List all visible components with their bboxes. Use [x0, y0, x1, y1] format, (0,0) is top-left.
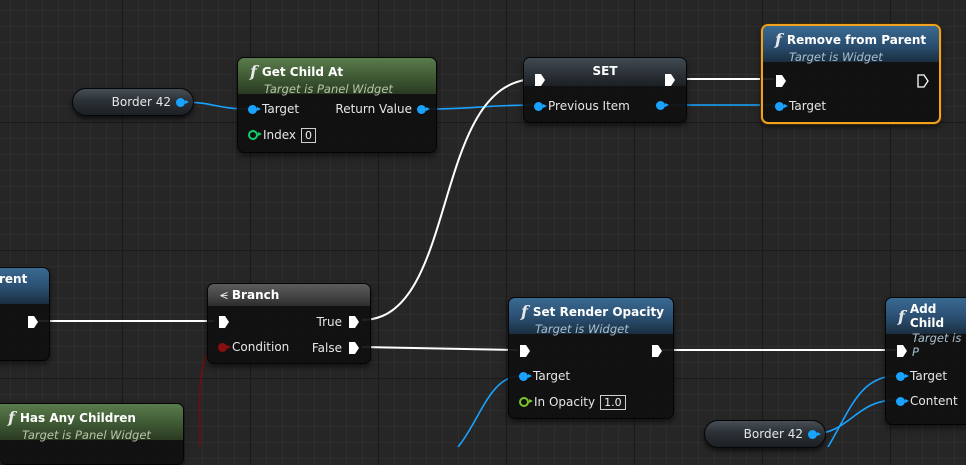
node-title: Branch: [231, 288, 280, 302]
wire-branch-false-to-opacity: [361, 346, 519, 351]
add-child-node[interactable]: f Add Child Target is P Target Content: [885, 297, 966, 425]
node-title: Has Any Children: [19, 410, 136, 425]
node-title: rent: [0, 272, 28, 286]
index-pin-row[interactable]: Index 0: [248, 127, 317, 143]
exec-in-pin[interactable]: [218, 315, 230, 329]
node-header: f Add Child Target is P: [886, 298, 966, 359]
pin-label: In Opacity: [534, 395, 596, 409]
pin-label: Condition: [232, 340, 290, 354]
node-title: Add Child: [909, 302, 945, 330]
pin-label: Target: [910, 369, 948, 383]
exec-out-pin[interactable]: [917, 74, 929, 88]
function-icon: f: [898, 306, 905, 326]
true-pin-row[interactable]: True: [317, 314, 361, 330]
border-variable-node[interactable]: Border 42: [72, 88, 194, 116]
true-exec-pin[interactable]: [348, 315, 360, 329]
exec-out-pin[interactable]: [664, 73, 676, 87]
previous-item-input-pin[interactable]: [534, 101, 547, 111]
pin-label: Target: [789, 99, 827, 113]
remove-from-parent-node[interactable]: f Remove from Parent Target is Widget Tar…: [761, 24, 941, 124]
target-pin[interactable]: [896, 371, 909, 381]
function-icon: f: [250, 62, 257, 81]
target-pin[interactable]: [248, 104, 261, 114]
in-opacity-pin[interactable]: [519, 397, 533, 407]
target-pin-row[interactable]: Target: [519, 368, 570, 384]
in-opacity-value-input[interactable]: 1.0: [600, 394, 626, 410]
pin-label: Target: [262, 102, 300, 116]
node-header: rent: [0, 268, 49, 304]
node-subtitle: Target is Panel Widget: [264, 82, 393, 96]
condition-pin-row[interactable]: Condition: [218, 339, 289, 355]
node-header: f Remove from Parent Target is Widget: [763, 26, 939, 64]
exec-out-pin[interactable]: [27, 315, 39, 329]
node-subtitle: Target is Widget: [789, 50, 883, 64]
pin-label: Content: [910, 394, 958, 408]
index-pin[interactable]: [248, 130, 262, 140]
function-icon: f: [8, 408, 15, 427]
node-subtitle: Target is Widget: [535, 322, 629, 336]
content-pin-row[interactable]: Content: [896, 393, 958, 409]
target-pin-row[interactable]: Target: [248, 101, 299, 117]
target-pin-row[interactable]: Target: [775, 98, 826, 114]
variable-label: Border 42: [111, 95, 171, 109]
exec-out-pin[interactable]: [651, 344, 663, 358]
wire-return-to-previous: [424, 104, 539, 110]
previous-item-output-pin[interactable]: [656, 101, 669, 110]
return-value-pin[interactable]: [417, 104, 430, 114]
partial-left-node[interactable]: rent: [0, 267, 50, 361]
border-variable-node-2[interactable]: Border 42: [704, 420, 826, 448]
target-pin-row[interactable]: Target: [896, 368, 947, 384]
condition-pin[interactable]: [218, 342, 231, 352]
set-render-opacity-node[interactable]: f Set Render Opacity Target is Widget Tar…: [508, 297, 674, 419]
node-title: Get Child At: [261, 64, 344, 79]
output-pin[interactable]: [808, 429, 821, 439]
node-subtitle: Target is Panel Widget: [22, 428, 151, 442]
node-title: Set Render Opacity: [532, 304, 665, 319]
function-icon: f: [521, 302, 528, 321]
exec-in-pin[interactable]: [534, 73, 546, 87]
output-pin[interactable]: [176, 97, 189, 107]
node-header: SET: [524, 58, 686, 86]
exec-in-pin[interactable]: [519, 344, 531, 358]
get-child-at-node[interactable]: f Get Child At Target is Panel Widget Tar…: [237, 57, 437, 153]
pin-label: True: [316, 315, 343, 329]
branch-node[interactable]: ⪪ Branch True Condition False: [207, 283, 371, 364]
node-header: f Set Render Opacity Target is Widget: [509, 298, 673, 336]
target-pin[interactable]: [775, 101, 788, 111]
node-title: Remove from Parent: [786, 32, 927, 47]
function-icon: f: [775, 30, 782, 49]
pin-label: Return Value: [335, 102, 412, 116]
content-pin[interactable]: [896, 396, 909, 406]
exec-in-pin[interactable]: [775, 74, 787, 88]
node-subtitle: Target is P: [912, 331, 962, 359]
in-opacity-pin-row[interactable]: In Opacity 1.0: [519, 394, 626, 410]
pin-label: Target: [533, 369, 571, 383]
node-title: SET: [592, 64, 618, 78]
node-header: f Get Child At Target is Panel Widget: [238, 58, 436, 96]
pin-label: Index: [263, 128, 297, 142]
variable-label: Border 42: [743, 427, 803, 441]
has-any-children-node[interactable]: f Has Any Children Target is Panel Widget: [0, 403, 184, 465]
pin-label: Previous Item: [548, 99, 630, 113]
target-pin[interactable]: [519, 371, 532, 381]
pin-label: False: [311, 341, 342, 355]
false-exec-pin[interactable]: [348, 341, 360, 355]
previous-item-input-row[interactable]: Previous Item: [534, 98, 630, 114]
exec-in-pin[interactable]: [896, 344, 908, 358]
node-header: ⪪ Branch: [208, 284, 370, 306]
branch-icon: ⪪: [220, 287, 228, 303]
node-header: f Has Any Children Target is Panel Widget: [0, 404, 183, 442]
index-value-input[interactable]: 0: [301, 127, 317, 143]
set-node[interactable]: SET Previous Item: [523, 57, 687, 123]
false-pin-row[interactable]: False: [312, 340, 360, 356]
return-value-pin-row[interactable]: Return Value: [335, 101, 430, 117]
